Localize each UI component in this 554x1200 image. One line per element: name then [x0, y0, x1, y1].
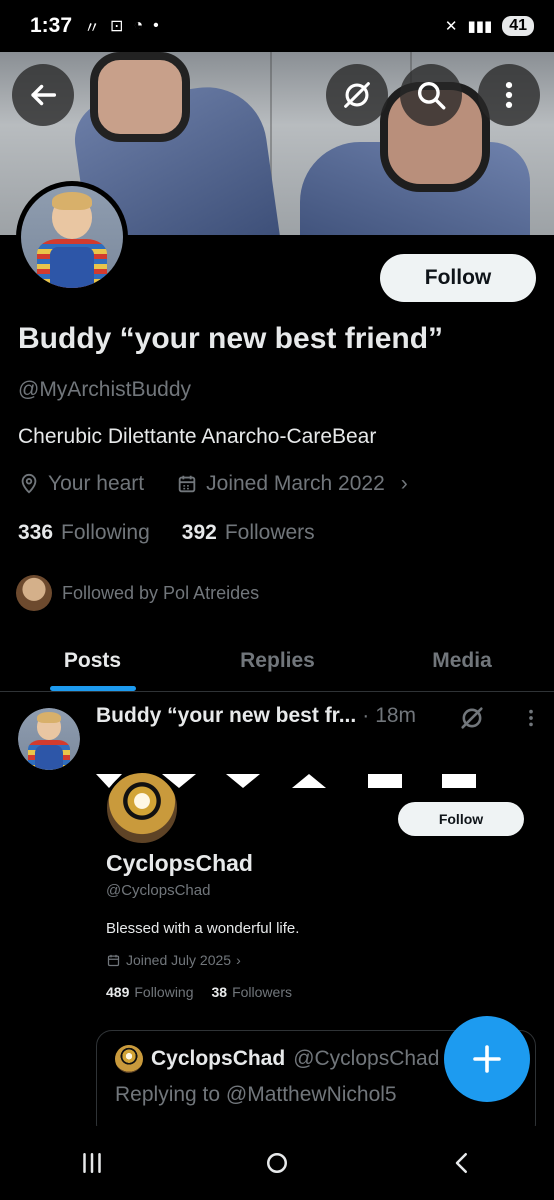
search-icon	[417, 81, 446, 110]
post-separator: ·	[362, 704, 370, 727]
following-count[interactable]: 336	[18, 521, 53, 545]
quoted-replying-to: Replying to @MatthewNichol5	[115, 1083, 397, 1106]
embedded-counts: 489 Following 38 Followers	[106, 984, 292, 1000]
more-vertical-icon	[505, 81, 513, 109]
profile-display-name: Buddy “your new best friend”	[18, 322, 444, 355]
search-button[interactable]	[400, 64, 462, 126]
followers-label[interactable]: Followers	[225, 521, 315, 545]
profile-tabs: Posts Replies Media	[0, 630, 554, 692]
back-button[interactable]	[12, 64, 74, 126]
calendar-icon	[107, 954, 120, 966]
embedded-following-count: 489	[106, 984, 130, 1000]
status-time: 1:37	[30, 14, 73, 37]
quoted-name: CyclopsChad	[151, 1047, 286, 1070]
chevron-right-icon[interactable]: ›	[401, 472, 408, 496]
compose-button[interactable]	[444, 1016, 530, 1102]
embedded-joined: Joined July 2025 ›	[106, 952, 241, 968]
tab-replies-label: Replies	[240, 648, 315, 672]
post-actions-top	[458, 704, 542, 732]
embedded-display-name: CyclopsChad	[106, 850, 253, 876]
tab-posts[interactable]: Posts	[0, 630, 185, 691]
status-bar: 1:37 〃 ⊡ ◔ • ✕ ▮▮▮ 41	[0, 0, 554, 52]
profile-location: Your heart	[48, 472, 145, 495]
status-notification-icons: 〃 ⊡ ◔ •	[84, 14, 159, 38]
quoted-handle: @CyclopsChad	[293, 1047, 440, 1070]
embedded-bio: Blessed with a wonderful life.	[106, 920, 300, 937]
profile-avatar[interactable]	[16, 181, 128, 293]
quoted-avatar	[115, 1045, 143, 1073]
status-system-icons: ✕ ▮▮▮ 41	[445, 16, 534, 36]
active-tab-indicator	[49, 686, 136, 691]
wifi-call-icon: 〃	[84, 20, 101, 37]
post-time: 18m	[375, 704, 417, 727]
system-navigation-bar	[0, 1126, 554, 1200]
tab-replies[interactable]: Replies	[185, 630, 370, 691]
grok-icon[interactable]	[458, 704, 486, 732]
profile-counts: 336 Following 392 Followers	[18, 521, 315, 545]
recent-apps-icon[interactable]	[77, 1148, 107, 1178]
profile-bio: Cherubic Dilettante Anarcho-CareBear	[18, 425, 377, 448]
mute-icon: ✕	[444, 18, 458, 35]
embedded-handle: @CyclopsChad	[106, 882, 211, 899]
arrow-left-icon	[31, 84, 57, 106]
plus-icon	[473, 1045, 501, 1073]
embedded-joined-text: Joined July 2025	[126, 952, 232, 968]
embedded-follow-button: Follow	[398, 802, 524, 836]
signal-icon: ▮▮▮	[467, 18, 493, 35]
profile-joined: Joined March 2022	[206, 472, 385, 495]
post-header: Buddy “your new best fr... · 18m	[96, 704, 416, 728]
grok-icon	[344, 82, 370, 108]
tab-media[interactable]: Media	[370, 630, 554, 691]
chevron-right-icon: ›	[236, 952, 241, 968]
embedded-following-label: Following	[134, 984, 194, 1000]
battery-icon: 41	[502, 16, 534, 36]
profile-meta: Your heart Joined March 2022 ›	[18, 472, 408, 496]
home-icon[interactable]	[262, 1148, 292, 1178]
follow-button[interactable]: Follow	[380, 254, 536, 302]
followers-count[interactable]: 392	[182, 521, 217, 545]
embedded-avatar	[104, 770, 180, 846]
post-author-name[interactable]: Buddy “your new best fr...	[96, 704, 356, 728]
more-button[interactable]	[478, 64, 540, 126]
embedded-followers-count: 38	[211, 984, 228, 1000]
dot-icon: •	[153, 17, 159, 34]
post-author-avatar[interactable]	[18, 708, 80, 770]
quoted-post-header: CyclopsChad @CyclopsChad	[115, 1045, 439, 1073]
grok-button[interactable]	[326, 64, 388, 126]
tab-media-label: Media	[432, 648, 492, 672]
wifi-icon: ◔	[133, 17, 144, 34]
followed-by-text: Followed by Pol Atreides	[62, 582, 260, 603]
profile-handle: @MyArchistBuddy	[18, 378, 192, 401]
location-pin-icon	[21, 473, 37, 494]
following-label[interactable]: Following	[61, 521, 150, 545]
tab-posts-label: Posts	[63, 648, 122, 672]
more-vertical-icon[interactable]	[520, 707, 542, 729]
calendar-icon	[178, 475, 196, 493]
back-nav-icon[interactable]	[447, 1148, 477, 1178]
embedded-followers-label: Followers	[232, 984, 292, 1000]
screenshot-icon: ⊡	[110, 18, 124, 35]
followed-by-row[interactable]: Followed by Pol Atreides	[16, 575, 259, 611]
follower-avatar	[16, 575, 52, 611]
